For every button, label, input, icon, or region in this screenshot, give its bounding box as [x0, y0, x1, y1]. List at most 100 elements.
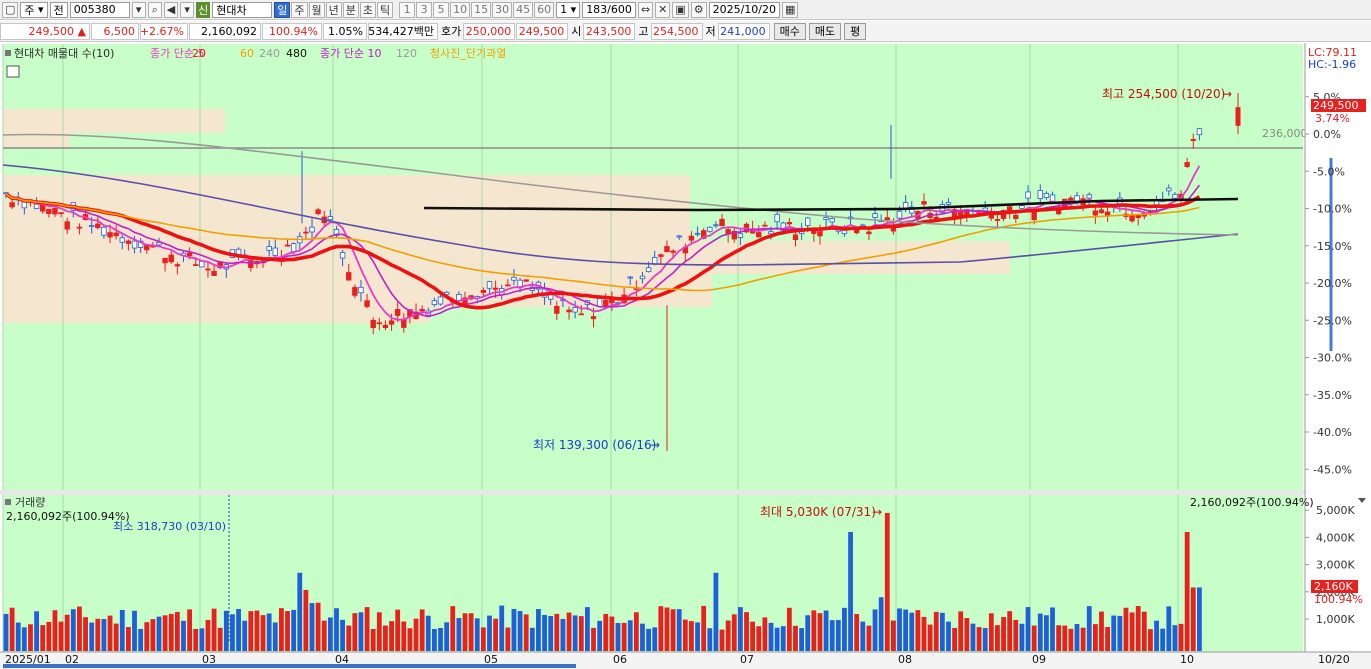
expand-icon[interactable]: ⇔ [637, 1, 654, 18]
crosshair-icon[interactable]: ✕ [655, 1, 671, 18]
window-icon[interactable]: ▢ [2, 1, 19, 18]
volume-bar-149 [915, 610, 921, 651]
volume-bar-81 [499, 605, 505, 651]
date-field[interactable]: 2025/10/20 [708, 1, 781, 18]
scope-select[interactable]: 전 [49, 1, 68, 18]
price-tick-label-2: -5.0% [1313, 165, 1345, 178]
candle-body-27 [168, 254, 174, 263]
candle-body-92 [566, 309, 572, 313]
period-tab-3[interactable]: 년 [325, 1, 342, 18]
volume-bar-28 [174, 611, 180, 651]
stock-name-field[interactable]: 현대차 [212, 1, 273, 18]
interval-button-0[interactable]: 1 [399, 1, 416, 18]
volume-bar-63 [389, 621, 394, 651]
volume-bar-126 [774, 627, 780, 651]
candle-body-28 [174, 264, 181, 267]
volume-bar-105 [646, 628, 651, 651]
volume-profile-bar-3 [3, 191, 690, 208]
market-select[interactable]: 주 ▾ [20, 1, 48, 18]
candle-body-71 [437, 296, 444, 305]
volume-bar-178 [1092, 624, 1098, 651]
interval-button-5[interactable]: 30 [492, 1, 513, 18]
volume-bar-113 [695, 622, 700, 651]
gear-icon[interactable]: ⚙ [690, 1, 707, 18]
candle-body-157 [964, 211, 970, 215]
period-tab-1[interactable]: 주 [291, 1, 308, 18]
candle-body-104 [639, 275, 646, 280]
volume-bar-164 [1007, 611, 1013, 651]
candle-body-58 [358, 286, 364, 294]
price-tick-label-8: -35.0% [1313, 389, 1352, 402]
period-tab-4[interactable]: 분 [342, 1, 359, 18]
period-tab-2[interactable]: 월 [308, 1, 325, 18]
interval-button-7[interactable]: 60 [534, 1, 555, 18]
volume-bar-14 [89, 622, 95, 651]
search-icon[interactable]: ⌕ [147, 1, 162, 18]
count-select[interactable]: 1 ▾ [556, 1, 581, 18]
bid-label: 호가 [441, 25, 462, 38]
buy-button[interactable]: 매수 [773, 22, 806, 40]
candle-body-128 [786, 222, 793, 225]
volume-bar-96 [591, 627, 596, 651]
volume-bar-193 [1184, 531, 1190, 651]
last-candle-body [1235, 107, 1241, 126]
save-icon[interactable]: ▣ [672, 1, 689, 18]
volume-bar-168 [1031, 625, 1037, 651]
interval-button-3[interactable]: 10 [450, 1, 471, 18]
speaker-icon[interactable]: ◀ [163, 1, 179, 18]
sell-button[interactable]: 매도 [808, 22, 842, 40]
flat-button[interactable]: 평 [844, 22, 867, 40]
candle-body-19 [119, 237, 125, 243]
candle-body-15 [95, 223, 101, 229]
candle-body-32 [199, 260, 205, 268]
candle-body-12 [76, 226, 83, 229]
volume-current-label: 2,160K [1314, 580, 1353, 593]
candle-body-166 [1019, 205, 1025, 209]
candle-body-51 [315, 209, 321, 215]
volume-bar-26 [162, 615, 168, 651]
candle-body-21 [131, 240, 138, 249]
chevron-down-icon[interactable]: ▾ [180, 1, 195, 18]
interval-button-6[interactable]: 45 [513, 1, 534, 18]
volume-bar-115 [707, 628, 713, 651]
volume-bar-135 [829, 620, 835, 651]
volume-bar-136 [835, 620, 841, 651]
volume-bar-162 [995, 625, 1000, 651]
candle-body-179 [1098, 209, 1105, 214]
code-dropdown-icon[interactable]: ▾ [131, 1, 146, 18]
interval-button-4[interactable]: 15 [471, 1, 492, 18]
candle-body-46 [284, 244, 291, 247]
volume-bar-130 [799, 628, 804, 651]
price-tick-label-3: -10.0% [1313, 203, 1352, 216]
volume-bar-124 [762, 617, 768, 651]
period-tab-6[interactable]: 틱 [377, 1, 394, 18]
period-tabs: 일주월년분초틱 [274, 1, 394, 18]
volume-bar-94 [578, 616, 584, 651]
volume-bar-93 [572, 615, 578, 651]
volume-bar-158 [970, 623, 976, 651]
interval-button-2[interactable]: 5 [433, 1, 450, 18]
candle-body-80 [492, 287, 499, 290]
chart-toolbar: ▢ 주 ▾ 전 005380 ▾ ⌕ ◀ ▾ 신 현대차 일주월년분초틱 135… [0, 0, 1371, 20]
volume-bar-109 [670, 609, 676, 651]
volume-bar-78 [480, 627, 486, 651]
period-tab-5[interactable]: 초 [359, 1, 377, 18]
volume-bar-182 [1117, 615, 1123, 651]
interval-button-1[interactable]: 3 [416, 1, 433, 18]
volume-bar-22 [138, 628, 144, 651]
candle-body-83 [511, 276, 517, 281]
candle-body-120 [737, 233, 744, 238]
volume-bar-184 [1129, 612, 1135, 651]
candle-body-30 [186, 252, 193, 257]
bid-price-2: 249,500 [516, 22, 569, 40]
stock-chart[interactable]: 236,000현대차 매물대 수(10) 종가 단순 520 60 240 480 종가 … [0, 43, 1371, 669]
turnover-rate: 1.05% [323, 22, 367, 40]
period-tab-0[interactable]: 일 [274, 1, 291, 18]
volume-bar-54 [334, 608, 339, 651]
volume-bar-66 [407, 628, 413, 651]
candle-body-125 [768, 231, 774, 235]
volume-bar-159 [976, 627, 982, 651]
calendar-icon[interactable]: ▦ [782, 1, 799, 18]
stock-code-input[interactable]: 005380 [69, 1, 130, 18]
candle-body-43 [266, 246, 272, 251]
